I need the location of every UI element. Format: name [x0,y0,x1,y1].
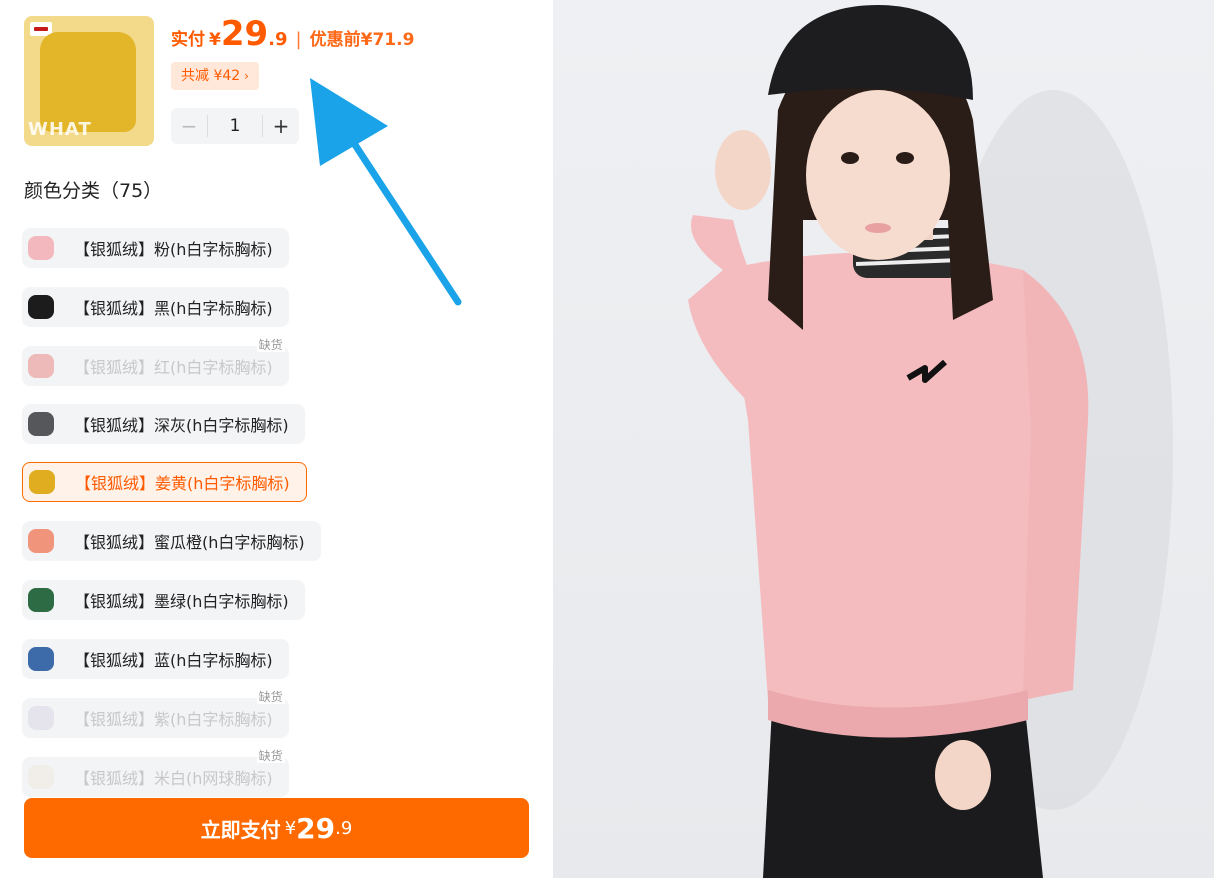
color-swatch [22,347,60,385]
price-currency: ¥ [209,30,221,50]
color-option[interactable]: 【银狐绒】粉(h白字标胸标) [22,228,289,268]
color-option-label: 【银狐绒】墨绿(h白字标胸标) [74,592,289,611]
color-option[interactable]: 【银狐绒】深灰(h白字标胸标) [22,404,305,444]
price-separator: | [295,29,302,50]
discount-text: 共减 ¥42 [181,68,241,84]
color-option[interactable]: 【银狐绒】墨绿(h白字标胸标) [22,580,305,620]
model-photo-illustration [688,5,1173,878]
thumbnail-print-text: WHAT [28,119,92,140]
product-model-photo [553,0,1214,878]
sku-selector-panel: WHAT 实付 ¥ 29 .9 | 优惠前 ¥71.9 共减 ¥42 › − 1 … [0,0,553,878]
color-option[interactable]: 【银狐绒】蓝(h白字标胸标) [22,639,289,679]
original-price-label: 优惠前 [309,30,361,50]
original-price: ¥71.9 [360,30,415,50]
quantity-value[interactable]: 1 [207,115,263,137]
price-integer: 29 [220,14,269,54]
color-option: 【银狐绒】米白(h网球胸标) 缺货 [22,749,289,797]
color-swatch [22,288,60,326]
out-of-stock-badge: 缺货 [256,690,285,704]
increment-button[interactable]: + [263,114,299,138]
out-of-stock-badge: 缺货 [256,749,285,763]
color-swatch [22,758,60,796]
color-option[interactable]: 【银狐绒】姜黄(h白字标胸标) [22,462,307,502]
color-option-label: 【银狐绒】粉(h白字标胸标) [74,240,273,259]
quantity-stepper: − 1 + [171,108,299,144]
color-swatch [22,405,60,443]
sweater-image [40,32,136,132]
color-option-label: 【银狐绒】蓝(h白字标胸标) [74,651,273,670]
pay-decimal: .9 [335,817,353,839]
color-option[interactable]: 【银狐绒】蜜瓜橙(h白字标胸标) [22,521,321,561]
color-option: 【银狐绒】紫(h白字标胸标) 缺货 [22,690,289,738]
color-swatch [23,463,61,501]
color-swatch [22,229,60,267]
color-option-label: 【银狐绒】红(h白字标胸标) [74,358,273,377]
pay-currency: ¥ [284,817,297,839]
color-swatch [22,640,60,678]
color-option[interactable]: 【银狐绒】黑(h白字标胸标) [22,287,289,327]
pay-now-button[interactable]: 立即支付 ¥ 29 .9 [24,798,529,858]
price-row: 实付 ¥ 29 .9 | 优惠前 ¥71.9 [171,14,414,54]
color-category-title: 颜色分类（75） [24,180,163,202]
color-option-label: 【银狐绒】米白(h网球胸标) [74,769,273,788]
annotation-arrow-icon [310,78,462,306]
color-swatch [22,522,60,560]
price-label: 实付 [171,30,205,50]
decrement-button[interactable]: − [171,114,207,138]
chevron-right-icon: › [244,69,249,83]
product-thumbnail[interactable]: WHAT [24,16,154,146]
out-of-stock-badge: 缺货 [256,338,285,352]
color-option-label: 【银狐绒】黑(h白字标胸标) [74,299,273,318]
color-option-label: 【银狐绒】紫(h白字标胸标) [74,710,273,729]
color-option-label: 【银狐绒】姜黄(h白字标胸标) [75,474,290,493]
color-option-label: 【银狐绒】深灰(h白字标胸标) [74,416,289,435]
color-option-label: 【银狐绒】蜜瓜橙(h白字标胸标) [74,533,305,552]
price-decimal: .9 [268,29,288,50]
discount-badge[interactable]: 共减 ¥42 › [171,62,259,90]
pay-label: 立即支付 [200,817,281,842]
color-option: 【银狐绒】红(h白字标胸标) 缺货 [22,338,289,386]
pay-integer: 29 [296,811,336,845]
color-swatch [22,581,60,619]
color-swatch [22,699,60,737]
